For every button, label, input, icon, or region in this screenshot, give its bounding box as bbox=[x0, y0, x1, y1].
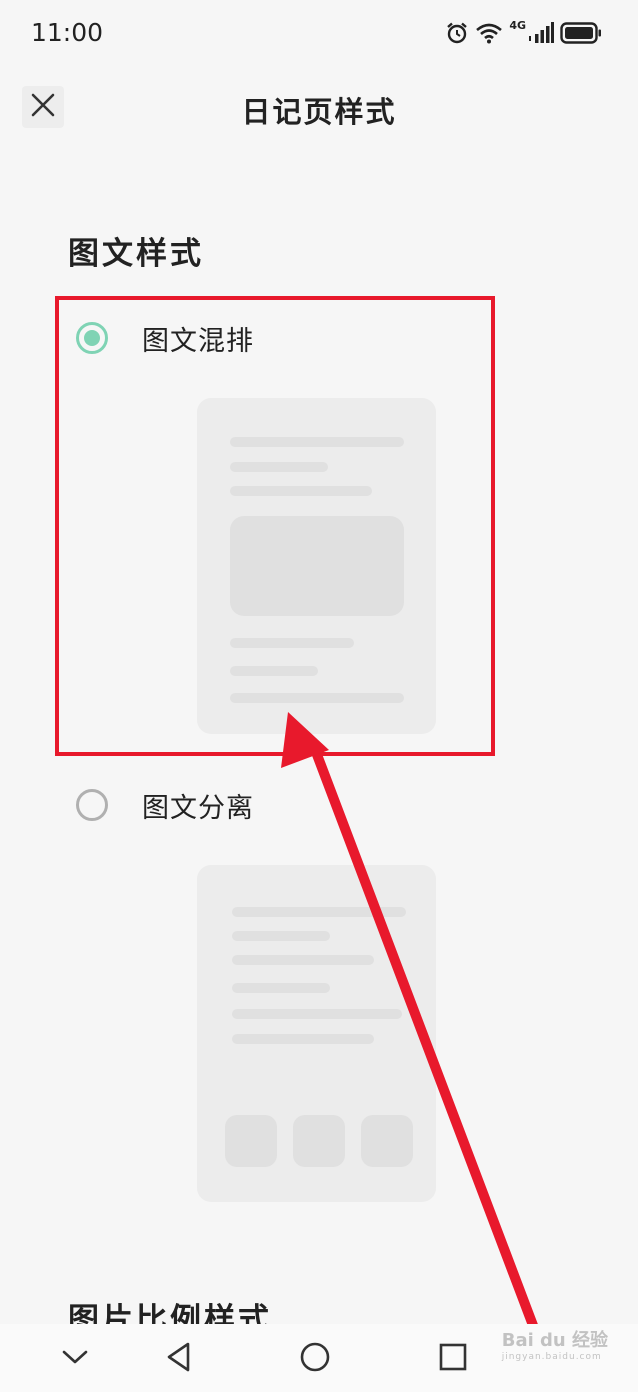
home-icon bbox=[299, 1341, 331, 1377]
recents-icon bbox=[438, 1342, 468, 1376]
chevron-down-icon bbox=[61, 1347, 89, 1371]
nav-home-button[interactable] bbox=[298, 1342, 332, 1376]
watermark-logo: Bai du 经验 jingyan.baidu.com bbox=[501, 1330, 608, 1362]
back-icon bbox=[164, 1341, 194, 1377]
nav-collapse-button[interactable] bbox=[58, 1342, 92, 1376]
annotation-arrow-icon bbox=[281, 712, 539, 1333]
nav-back-button[interactable] bbox=[162, 1342, 196, 1376]
nav-recents-button[interactable] bbox=[436, 1342, 470, 1376]
